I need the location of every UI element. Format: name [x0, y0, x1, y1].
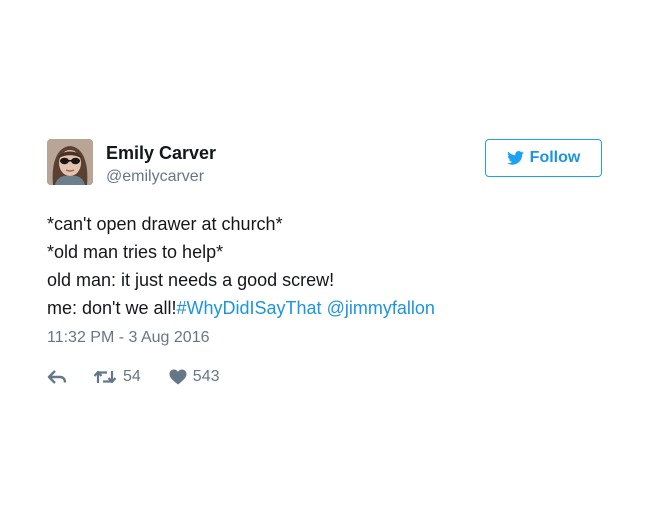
tweet-text: *can't open drawer at church* *old man t… — [47, 210, 607, 322]
avatar-image — [47, 139, 93, 185]
tweet-line: me: don't we all!#WhyDidISayThat @jimmyf… — [47, 294, 607, 322]
avatar[interactable] — [47, 139, 93, 185]
user-handle[interactable]: @emilycarver — [106, 168, 204, 186]
like-count: 543 — [192, 368, 220, 385]
tweet-line: *old man tries to help* — [47, 242, 224, 262]
reply-icon — [47, 370, 67, 384]
tweet-line-text: me: don't we all! — [47, 298, 177, 318]
follow-button-label: Follow — [529, 149, 581, 166]
mention-link[interactable]: @jimmyfallon — [327, 298, 435, 318]
retweet-icon — [93, 370, 117, 384]
heart-icon — [169, 369, 187, 385]
hashtag-link[interactable]: #WhyDidISayThat — [177, 298, 322, 318]
retweet-count: 54 — [123, 368, 141, 385]
tweet-line: old man: it just needs a good screw! — [47, 270, 335, 290]
tweet-line: *can't open drawer at church* — [47, 214, 283, 234]
reply-button[interactable] — [47, 369, 67, 385]
like-button[interactable]: 543 — [169, 368, 220, 386]
tweet-actions: 54 543 — [47, 366, 220, 388]
twitter-bird-icon — [506, 151, 524, 165]
user-name[interactable]: Emily Carver — [106, 143, 216, 164]
retweet-button[interactable]: 54 — [93, 368, 141, 386]
follow-button[interactable]: Follow — [485, 139, 602, 177]
tweet-timestamp[interactable]: 11:32 PM - 3 Aug 2016 — [47, 329, 209, 347]
